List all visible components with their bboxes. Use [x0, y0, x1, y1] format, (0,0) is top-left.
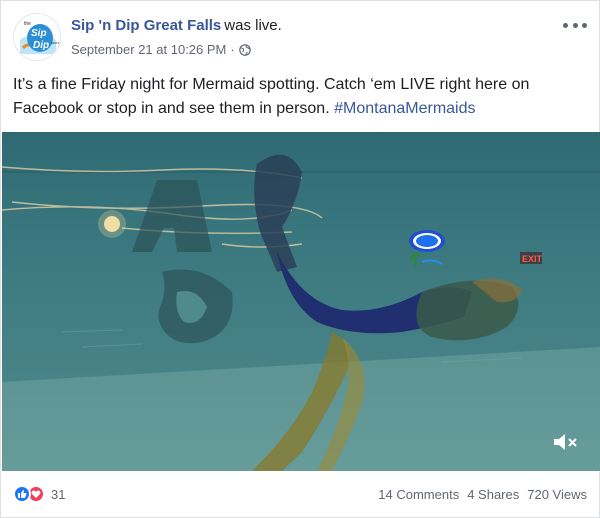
page-name-link[interactable]: Sip 'n Dip Great Falls — [71, 17, 221, 34]
muted-speaker-icon[interactable] — [552, 431, 580, 453]
underwater-scene: EXIT — [2, 132, 600, 471]
live-video-player[interactable]: EXIT — [2, 132, 600, 471]
meta-separator: · — [230, 42, 235, 57]
like-icon — [13, 485, 31, 503]
live-status-text: was live. — [224, 17, 282, 34]
exit-sign: EXIT — [522, 254, 543, 264]
post-author-line: Sip 'n Dip Great Falls was live. — [71, 17, 282, 34]
comments-count-link[interactable]: 14 Comments — [378, 487, 459, 502]
hashtag-link[interactable]: #MontanaMermaids — [334, 100, 475, 117]
sip-n-dip-logo: the Sip Dip lounge — [14, 14, 61, 60]
facebook-post-card: the Sip Dip lounge Sip 'n Dip Great Fall… — [0, 0, 600, 518]
post-meta: September 21 at 10:26 PM · — [71, 42, 251, 57]
shares-count-link[interactable]: 4 Shares — [467, 487, 519, 502]
views-count[interactable]: 720 Views — [527, 487, 587, 502]
reaction-count: 31 — [51, 486, 66, 502]
svg-text:the: the — [24, 21, 31, 27]
svg-text:Sip: Sip — [31, 28, 47, 39]
svg-text:lounge: lounge — [51, 40, 61, 45]
post-footer: 31 14 Comments 4 Shares 720 Views — [13, 479, 587, 509]
more-dot — [563, 22, 568, 28]
avatar[interactable]: the Sip Dip lounge — [13, 13, 61, 61]
post-message: It’s a fine Friday night for Mermaid spo… — [13, 73, 583, 121]
engagement-stats: 14 Comments 4 Shares 720 Views — [378, 487, 587, 502]
svg-text:Dip: Dip — [33, 40, 49, 51]
reactions-summary[interactable]: 31 — [13, 485, 65, 503]
more-dot — [572, 22, 578, 28]
more-dot — [582, 22, 587, 28]
globe-icon[interactable] — [238, 43, 251, 56]
post-header: the Sip Dip lounge Sip 'n Dip Great Fall… — [13, 13, 587, 63]
post-timestamp[interactable]: September 21 at 10:26 PM — [71, 42, 226, 57]
more-options-icon[interactable] — [563, 17, 587, 33]
